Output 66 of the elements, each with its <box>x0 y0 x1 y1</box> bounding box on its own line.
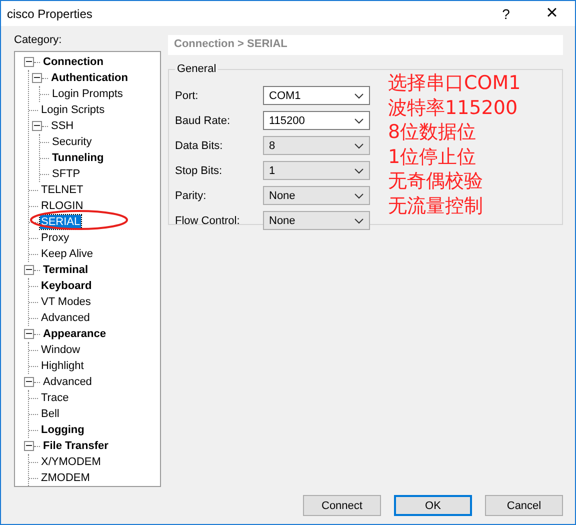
window-title: cisco Properties <box>7 6 94 20</box>
close-button[interactable]: × <box>529 1 575 26</box>
annotation-text: 波特率115200 <box>388 96 519 120</box>
collapse-icon[interactable] <box>24 265 34 275</box>
breadcrumb: Connection > SERIAL <box>168 35 563 55</box>
tree-item[interactable]: Login Prompts <box>51 87 124 101</box>
field-label: Data Bits: <box>175 140 224 152</box>
tree-item[interactable]: VT Modes <box>40 295 92 309</box>
chevron-down-icon <box>354 192 364 198</box>
tree-item[interactable]: Login Scripts <box>40 103 106 117</box>
dropdown[interactable]: COM1 <box>263 86 370 105</box>
field-label: Port: <box>175 90 200 102</box>
tree-item[interactable]: File Transfer <box>42 439 110 453</box>
annotation-text: 无奇偶校验 <box>388 169 484 194</box>
chevron-down-icon <box>354 142 364 148</box>
field-label: Parity: <box>175 190 208 202</box>
annotation-text: 8位数据位 <box>388 120 478 144</box>
field-label: Flow Control: <box>175 214 241 226</box>
tree-item[interactable]: Window <box>40 343 82 357</box>
tree-item[interactable]: RLOGIN <box>40 199 84 213</box>
tree-item[interactable]: Highlight <box>40 359 85 373</box>
tree-item[interactable]: SSH <box>50 119 75 133</box>
tree-item[interactable]: X/YMODEM <box>40 455 102 469</box>
tree-item[interactable]: TELNET <box>40 183 84 197</box>
tree-item[interactable]: Connection <box>42 55 104 69</box>
chevron-down-icon <box>354 118 364 124</box>
dropdown[interactable]: 1 <box>263 161 370 180</box>
dropdown[interactable]: 8 <box>263 136 370 155</box>
tree-item[interactable]: Bell <box>40 407 60 421</box>
annotation-text: 1位停止位 <box>388 144 478 169</box>
collapse-icon[interactable] <box>24 377 34 387</box>
dialog-button[interactable]: Connect <box>303 495 381 516</box>
tree-item[interactable]: Keep Alive <box>40 247 94 261</box>
dropdown[interactable]: 115200 <box>263 111 370 130</box>
group-title: General <box>176 63 218 75</box>
collapse-icon[interactable] <box>32 73 42 83</box>
tree-item[interactable]: Tunneling <box>51 151 105 165</box>
tree-item[interactable]: Advanced <box>40 311 91 325</box>
dialog-button[interactable]: Cancel <box>485 495 563 516</box>
tree-item[interactable]: SFTP <box>51 167 82 181</box>
dropdown[interactable]: None <box>263 211 370 230</box>
chevron-down-icon <box>354 218 364 224</box>
tree-item[interactable]: Logging <box>40 423 86 437</box>
tree-item[interactable]: ZMODEM <box>40 471 91 485</box>
collapse-icon[interactable] <box>32 121 42 131</box>
tree-item[interactable]: Advanced <box>42 375 93 389</box>
collapse-icon[interactable] <box>24 441 34 451</box>
tree-item[interactable]: Appearance <box>42 327 107 341</box>
dropdown[interactable]: None <box>263 186 370 205</box>
tree-item[interactable]: Terminal <box>42 263 90 277</box>
category-label: Category: <box>14 33 63 48</box>
collapse-icon[interactable] <box>24 57 34 67</box>
field-label: Stop Bits: <box>175 164 224 176</box>
dialog-button[interactable]: OK <box>394 495 472 516</box>
chevron-down-icon <box>354 92 364 98</box>
collapse-icon[interactable] <box>24 329 34 339</box>
annotation-text: 无流量控制 <box>388 194 484 218</box>
tree-item[interactable]: Authentication <box>50 71 129 85</box>
help-button[interactable]: ? <box>483 1 529 26</box>
tree-item[interactable]: Security <box>51 135 93 149</box>
tree-item[interactable]: Proxy <box>40 231 70 245</box>
chevron-down-icon <box>354 168 364 174</box>
tree-item[interactable]: Keyboard <box>40 279 93 293</box>
field-label: Baud Rate: <box>175 114 232 126</box>
tree-item[interactable]: Trace <box>40 391 70 405</box>
annotation-text: 选择串口COM1 <box>388 71 521 96</box>
